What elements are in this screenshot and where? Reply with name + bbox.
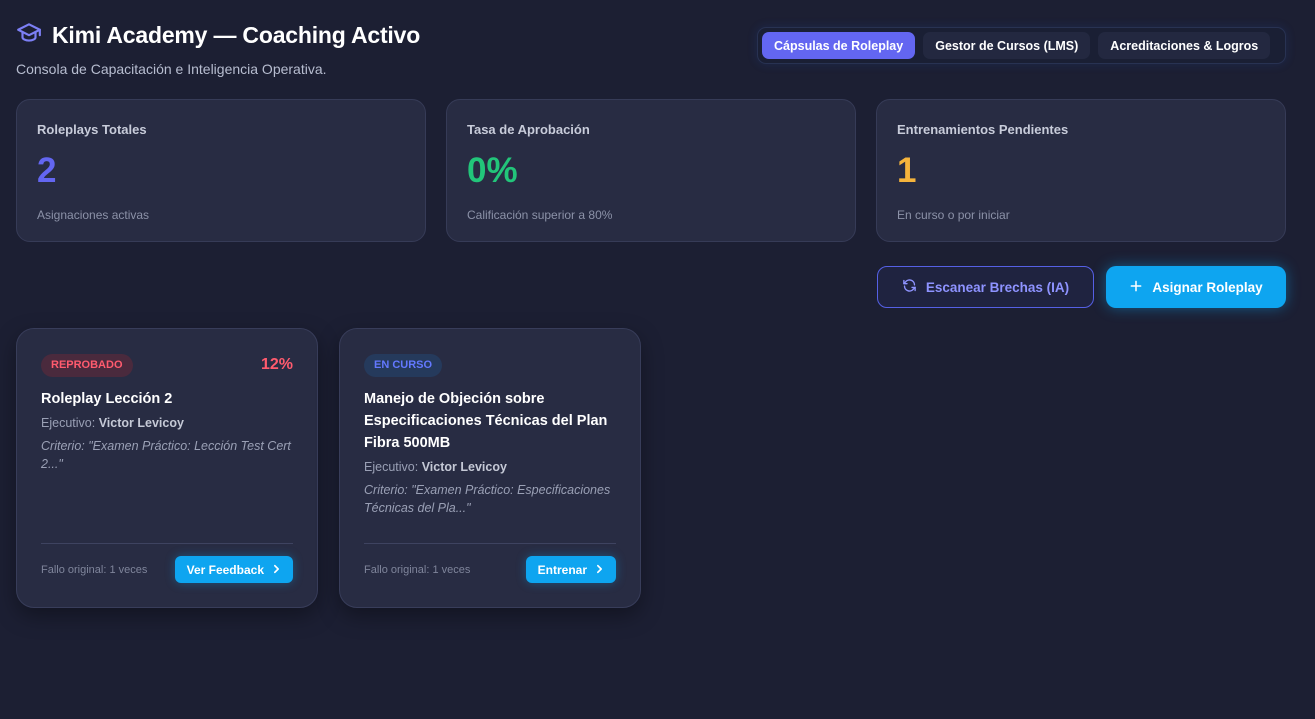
stat-description: Asignaciones activas <box>37 208 150 222</box>
card-title: Roleplay Lección 2 <box>41 391 173 407</box>
stat-label: Tasa de Aprobación <box>467 122 590 137</box>
roleplay-card: EN CURSO Manejo de Objeción sobre Especi… <box>339 328 641 608</box>
tab-roleplay-capsules[interactable]: Cápsulas de Roleplay <box>762 32 916 59</box>
stat-label: Roleplays Totales <box>37 122 147 137</box>
page-subtitle: Consola de Capacitación e Inteligencia O… <box>16 61 327 77</box>
chevron-right-icon <box>272 563 281 577</box>
view-feedback-button[interactable]: Ver Feedback <box>174 556 293 583</box>
view-feedback-label: Ver Feedback <box>186 562 264 577</box>
action-bar: Escanear Brechas (IA) Asignar Roleplay <box>877 266 1286 308</box>
graduation-cap-icon <box>16 20 42 51</box>
tab-bar: Cápsulas de Roleplay Gestor de Cursos (L… <box>757 27 1286 64</box>
status-badge: EN CURSO <box>364 353 443 377</box>
assign-roleplay-button[interactable]: Asignar Roleplay <box>1106 266 1286 308</box>
title-row: Kimi Academy — Coaching Activo <box>16 20 420 51</box>
stat-value: 0% <box>467 151 518 190</box>
executive-label: Ejecutivo: <box>41 416 96 430</box>
card-header: REPROBADO 12% <box>41 353 293 377</box>
page-title: Kimi Academy — Coaching Activo <box>52 22 421 48</box>
stat-label: Entrenamientos Pendientes <box>897 122 1069 137</box>
stat-card-approval-rate: Tasa de Aprobación 0% Calificación super… <box>446 99 856 242</box>
fail-count: Fallo original: 1 veces <box>41 563 148 576</box>
executive-name: Victor Levicoy <box>421 460 507 474</box>
stat-description: En curso o por iniciar <box>897 208 1010 222</box>
card-title: Manejo de Objeción sobre Especificacione… <box>364 391 608 451</box>
card-footer: Fallo original: 1 veces Ver Feedback <box>41 543 293 583</box>
plus-icon <box>1129 279 1143 296</box>
refresh-icon <box>902 278 917 296</box>
card-executive: Ejecutivo: Victor Levicoy <box>41 416 293 430</box>
card-executive: Ejecutivo: Victor Levicoy <box>364 460 616 474</box>
train-button[interactable]: Entrenar <box>525 556 616 583</box>
stat-card-total-roleplays: Roleplays Totales 2 Asignaciones activas <box>16 99 426 242</box>
score-value: 12% <box>260 356 293 373</box>
card-criteria: Criterio: "Examen Práctico: Especificaci… <box>364 483 611 515</box>
page-header: Kimi Academy — Coaching Activo Consola d… <box>16 20 420 77</box>
card-footer: Fallo original: 1 veces Entrenar <box>364 543 616 583</box>
stat-description: Calificación superior a 80% <box>467 208 613 222</box>
tab-accreditations[interactable]: Acreditaciones & Logros <box>1098 32 1271 59</box>
executive-label: Ejecutivo: <box>364 460 419 474</box>
stats-row: Roleplays Totales 2 Asignaciones activas… <box>16 99 1286 242</box>
train-label: Entrenar <box>537 562 587 577</box>
executive-name: Victor Levicoy <box>98 416 184 430</box>
tab-course-manager[interactable]: Gestor de Cursos (LMS) <box>923 32 1091 59</box>
card-criteria: Criterio: "Examen Práctico: Lección Test… <box>41 439 291 471</box>
assign-roleplay-label: Asignar Roleplay <box>1152 279 1263 295</box>
card-header: EN CURSO <box>364 353 616 377</box>
stat-card-pending-trainings: Entrenamientos Pendientes 1 En curso o p… <box>876 99 1286 242</box>
roleplay-card: REPROBADO 12% Roleplay Lección 2 Ejecuti… <box>16 328 318 608</box>
chevron-right-icon <box>595 563 604 577</box>
stat-value: 1 <box>897 151 917 190</box>
fail-count: Fallo original: 1 veces <box>364 563 471 576</box>
roleplay-card-list: REPROBADO 12% Roleplay Lección 2 Ejecuti… <box>16 328 641 608</box>
status-badge: REPROBADO <box>41 353 133 377</box>
scan-gaps-label: Escanear Brechas (IA) <box>925 279 1070 295</box>
scan-gaps-button[interactable]: Escanear Brechas (IA) <box>877 266 1094 308</box>
stat-value: 2 <box>37 151 57 190</box>
